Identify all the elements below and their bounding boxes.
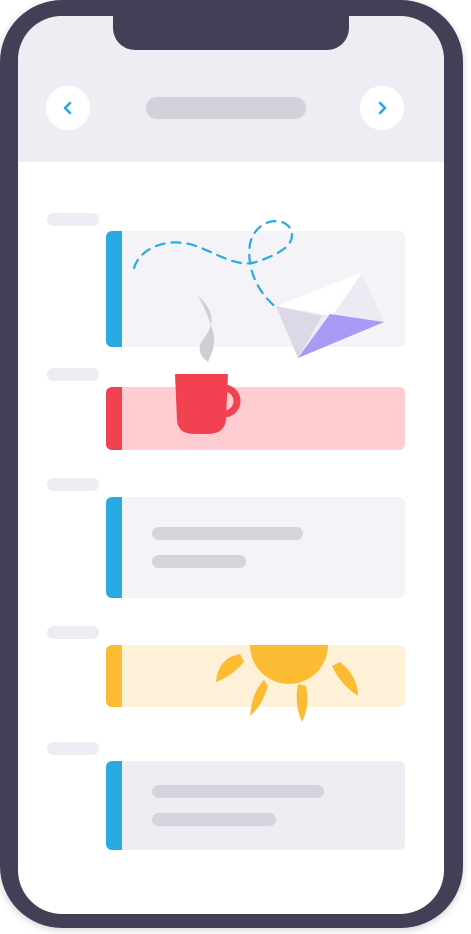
time-label xyxy=(47,478,99,491)
time-label xyxy=(47,742,99,755)
event-accent-bar xyxy=(106,387,122,450)
time-label xyxy=(47,368,99,381)
event-accent-bar xyxy=(106,645,122,707)
chevron-right-icon xyxy=(378,101,387,115)
time-label xyxy=(47,626,99,639)
event-card-task[interactable] xyxy=(106,497,405,598)
header-title xyxy=(146,97,306,119)
event-card-mail[interactable] xyxy=(106,231,405,347)
previous-button[interactable] xyxy=(46,86,90,130)
next-button[interactable] xyxy=(360,86,404,130)
time-label xyxy=(47,213,99,226)
event-accent-bar xyxy=(106,231,122,347)
event-card-note[interactable] xyxy=(106,761,405,850)
sun-icon xyxy=(250,645,328,684)
placeholder-line xyxy=(152,813,276,826)
app-screen xyxy=(18,16,444,914)
placeholder-line xyxy=(152,527,303,540)
event-card-sun[interactable] xyxy=(106,645,405,707)
chevron-left-icon xyxy=(63,101,72,115)
event-accent-bar xyxy=(106,761,122,850)
placeholder-line xyxy=(152,555,246,568)
event-card-coffee[interactable] xyxy=(106,387,405,450)
event-accent-bar xyxy=(106,497,122,598)
phone-frame xyxy=(0,0,463,928)
device-notch xyxy=(113,16,349,50)
placeholder-line xyxy=(152,785,324,798)
